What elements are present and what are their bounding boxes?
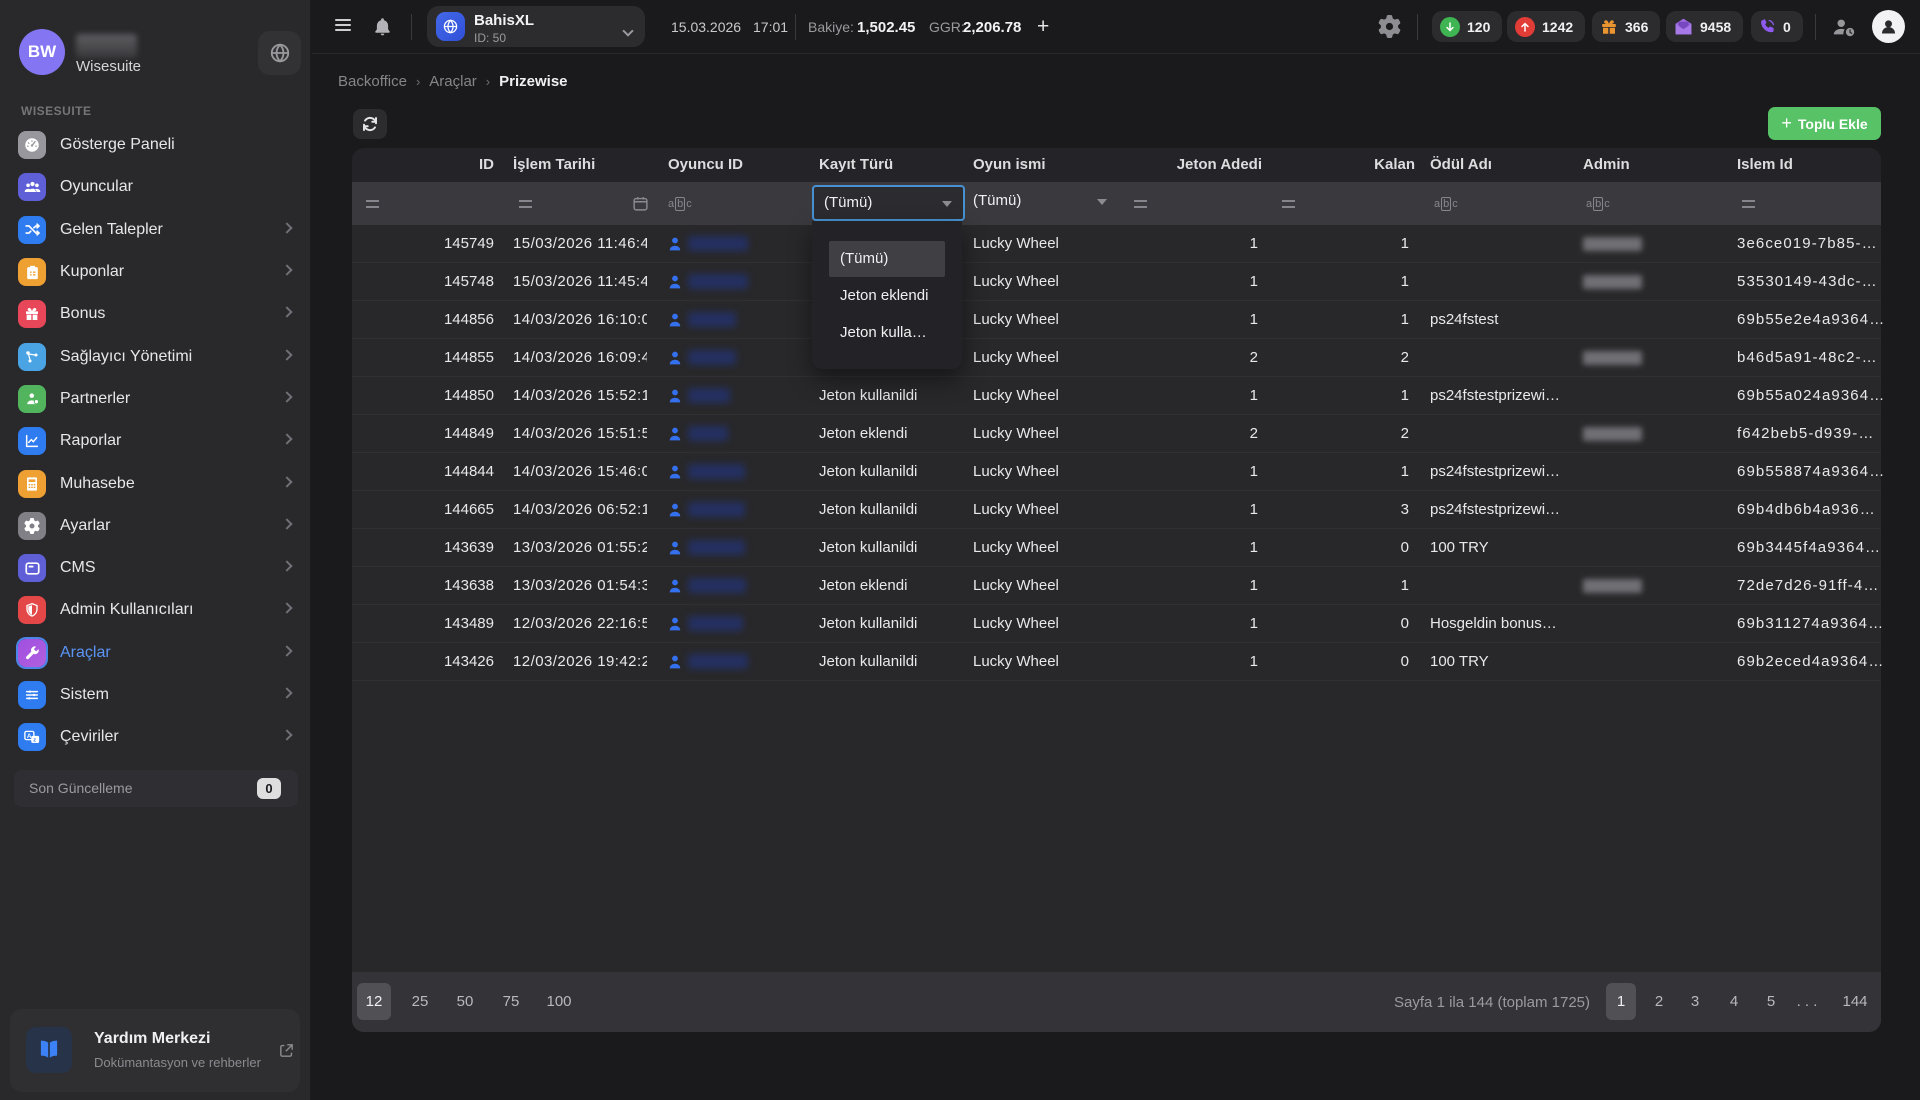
svg-text:A: A — [27, 733, 32, 740]
svg-text:z: z — [33, 738, 36, 744]
